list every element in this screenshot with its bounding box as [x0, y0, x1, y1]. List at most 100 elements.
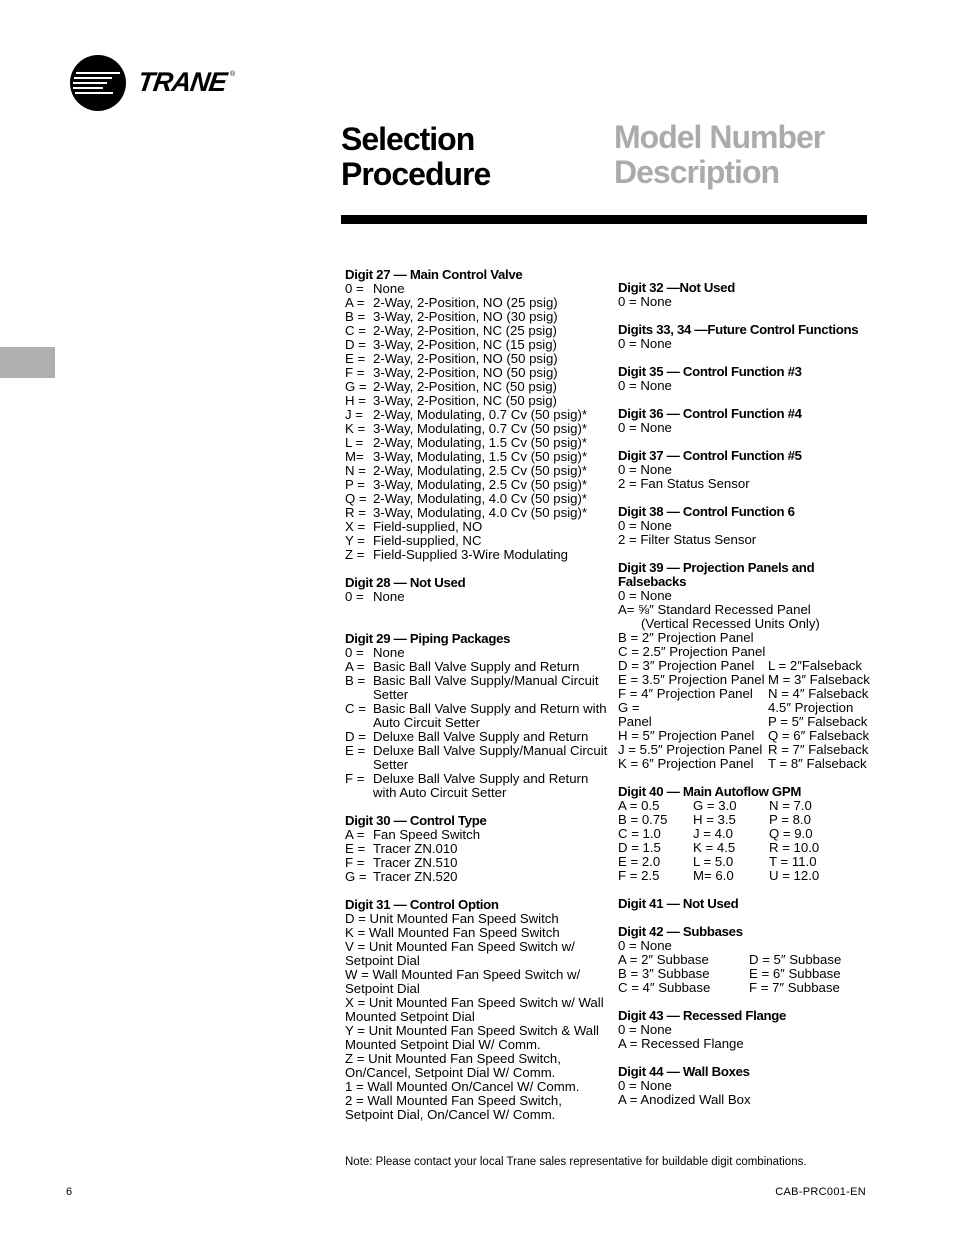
option-code: B = — [345, 309, 366, 324]
digit-30-section: Digit 30 — Control Type A = Fan Speed Swi… — [345, 814, 610, 884]
option-cell: D = 5″ Subbase — [749, 952, 842, 967]
brand-name: TRANE — [135, 67, 229, 97]
option-line: 0 = None — [618, 938, 672, 953]
section-title: Selection Procedure — [341, 121, 491, 192]
option-description: 3-Way, 2-Position, NC (50 psig) — [373, 393, 557, 408]
right-column: Digit 32 —Not Used 0 = None Digits 33, 3… — [618, 281, 888, 1121]
option-description: Tracer ZN.510 — [373, 855, 458, 870]
option-line: 0 = None — [618, 1078, 672, 1093]
option-line: V = Unit Mounted Fan Speed Switch w/ Set… — [345, 939, 575, 968]
option-description: 3-Way, 2-Position, NC (15 psig) — [373, 337, 557, 352]
option-row: E = Tracer ZN.010 — [345, 842, 610, 856]
option-line: 0 = None — [618, 588, 672, 603]
option-line: 0 = None — [618, 1022, 672, 1037]
option-row: 0 = None — [345, 282, 610, 296]
option-row: B = 3-Way, 2-Position, NO (30 psig) — [345, 310, 610, 324]
option-code: M= — [345, 449, 364, 464]
section-heading: Digit 31 — Control Option — [345, 897, 499, 912]
section-tab-marker — [0, 347, 55, 378]
page-title: Model Number Description — [614, 119, 825, 190]
option-line: B = 2″ Projection Panel — [618, 630, 754, 645]
option-cell: E = 3.5″ Projection Panel — [618, 672, 765, 687]
section-heading: Digit 41 — Not Used — [618, 896, 739, 911]
option-description: Field-Supplied 3-Wire Modulating — [373, 547, 568, 562]
digit-31-section: Digit 31 — Control Option D = Unit Mount… — [345, 898, 610, 1122]
option-description: 2-Way, 2-Position, NC (50 psig) — [373, 379, 557, 394]
option-code: R = — [345, 505, 366, 520]
option-line: 0 = None — [618, 462, 672, 477]
option-row: H = 3-Way, 2-Position, NC (50 psig) — [345, 394, 610, 408]
option-line: A = Anodized Wall Box — [618, 1092, 751, 1107]
option-row: F = 4″ Projection Panel N = 4″ Falseback — [618, 687, 888, 701]
digit-35-section: Digit 35 — Control Function #3 0 = None — [618, 365, 888, 393]
option-code: Q = — [345, 491, 367, 506]
option-code: L = — [345, 435, 364, 450]
option-code: K = — [345, 421, 366, 436]
option-line: 2 = Fan Status Sensor — [618, 476, 750, 491]
option-row: X = Field-supplied, NO — [345, 520, 610, 534]
option-cell: C = 4″ Subbase — [618, 980, 711, 995]
option-row: G = Tracer ZN.520 — [345, 870, 610, 884]
option-description: 2-Way, Modulating, 0.7 Cv (50 psig)* — [373, 407, 588, 422]
option-row: M= 3-Way, Modulating, 1.5 Cv (50 psig)* — [345, 450, 610, 464]
section-heading: Digit 36 — Control Function #4 — [618, 406, 802, 421]
option-row: J = 2-Way, Modulating, 0.7 Cv (50 psig)* — [345, 408, 610, 422]
option-line: (Vertical Recessed Units Only) — [641, 616, 820, 631]
option-code: B = — [345, 673, 366, 688]
digit-41-section: Digit 41 — Not Used — [618, 897, 888, 911]
option-row: E = 2-Way, 2-Position, NO (50 psig) — [345, 352, 610, 366]
option-cell: C = 1.0 — [618, 826, 661, 841]
option-line: 2 = Filter Status Sensor — [618, 532, 757, 547]
option-code: G = — [345, 379, 367, 394]
option-line: W = Wall Mounted Fan Speed Switch w/ Set… — [345, 967, 581, 996]
option-code: E = — [345, 743, 366, 758]
section-heading: Digit 27 — Main Control Valve — [345, 267, 523, 282]
option-line: A= ⅝″ Standard Recessed Panel — [618, 602, 811, 617]
option-cell: Q = 6″ Falseback — [768, 728, 870, 743]
section-heading: Digit 30 — Control Type — [345, 813, 487, 828]
option-row: A = Basic Ball Valve Supply and Return — [345, 660, 610, 674]
option-row: K = 6″ Projection Panel T = 8″ Falseback — [618, 757, 888, 771]
option-row: L = 2-Way, Modulating, 1.5 Cv (50 psig)* — [345, 436, 610, 450]
option-row: 0 = None — [345, 589, 405, 604]
digit-33-34-section: Digits 33, 34 —Future Control Functions … — [618, 323, 888, 351]
option-line: A = Recessed Flange — [618, 1036, 744, 1051]
section-heading: Digit 42 — Subbases — [618, 924, 743, 939]
option-cell: G = — [618, 700, 640, 715]
option-code: C = — [345, 701, 366, 716]
option-code: F = — [345, 855, 365, 870]
option-row: A = Fan Speed Switch — [345, 828, 610, 842]
option-cell: B = 0.75 — [618, 812, 668, 827]
section-heading: Digit 40 — Main Autoflow GPM — [618, 784, 802, 799]
section-heading: Digit 43 — Recessed Flange — [618, 1008, 787, 1023]
option-row: E = Deluxe Ball Valve Supply/Manual Circu… — [345, 744, 610, 772]
option-row: C = Basic Ball Valve Supply and Return wi… — [345, 702, 610, 730]
page-number: 6 — [66, 1186, 73, 1198]
option-description: 3-Way, Modulating, 1.5 Cv (50 psig)* — [373, 449, 588, 464]
option-cell: 4.5″ Projection — [768, 700, 854, 715]
option-code: N = — [345, 463, 366, 478]
option-code: E = — [345, 841, 366, 856]
option-cell: J = 4.0 — [693, 826, 733, 841]
option-code: X = — [345, 519, 366, 534]
option-row: H = 5″ Projection Panel Q = 6″ Falseback — [618, 729, 888, 743]
section-heading: Digit 28 — Not Used — [345, 575, 466, 590]
option-row: C = 2-Way, 2-Position, NC (25 psig) — [345, 324, 610, 338]
option-cell: F = 2.5 — [618, 868, 660, 883]
option-line: Y = Unit Mounted Fan Speed Switch & Wall… — [345, 1023, 599, 1052]
option-line: D = Unit Mounted Fan Speed Switch — [345, 911, 559, 926]
option-row: C = 4″ Subbase F = 7″ Subbase — [618, 981, 888, 995]
option-line: 0 = None — [618, 294, 672, 309]
option-cell: H = 5″ Projection Panel — [618, 728, 755, 743]
option-code: G = — [345, 869, 367, 884]
option-cell: H = 3.5 — [693, 812, 736, 827]
section-heading: Digit 38 — Control Function 6 — [618, 504, 795, 519]
option-row: D = 3″ Projection Panel L = 2″Falseback — [618, 659, 888, 673]
option-line: C = 2.5″ Projection Panel — [618, 644, 766, 659]
option-description: 2-Way, 2-Position, NO (50 psig) — [373, 351, 558, 366]
section-heading: Digit 35 — Control Function #3 — [618, 364, 802, 379]
option-description: 3-Way, Modulating, 2.5 Cv (50 psig)* — [373, 477, 588, 492]
digit-28-section: Digit 28 — Not Used 0 = None — [345, 576, 610, 604]
option-description: 3-Way, Modulating, 0.7 Cv (50 psig)* — [373, 421, 588, 436]
option-row: B = Basic Ball Valve Supply/Manual Circui… — [345, 674, 610, 702]
